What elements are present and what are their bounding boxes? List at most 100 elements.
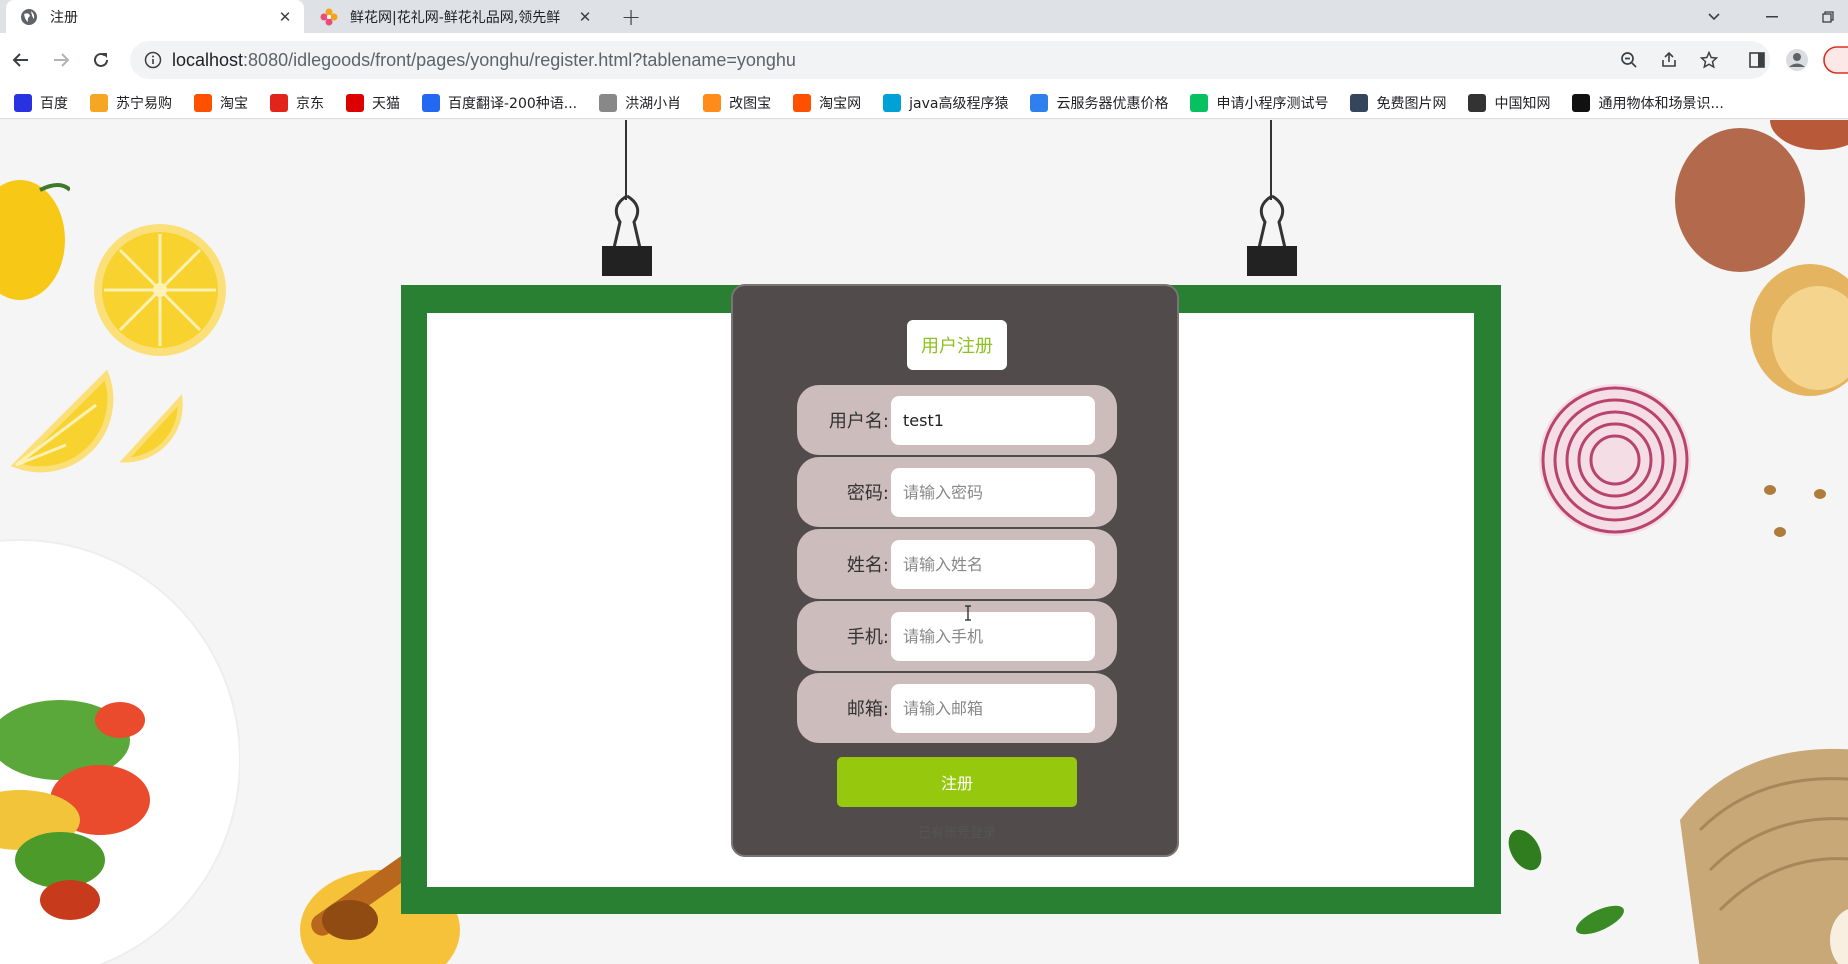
name-label: 姓名: (846, 555, 889, 576)
bookmark-item[interactable]: 淘宝网 (793, 93, 861, 113)
hanging-wire (625, 120, 627, 200)
tab-title: 鲜花网|花礼网-鲜花礼品网,领先鲜 (350, 9, 561, 26)
email-label: 邮箱: (846, 699, 889, 720)
globe-icon (20, 8, 38, 26)
register-button[interactable]: 注册 (837, 757, 1077, 807)
new-tab-button[interactable]: + (616, 2, 646, 32)
email-input[interactable] (891, 684, 1095, 733)
bookmark-item[interactable]: 申请小程序测试号 (1190, 93, 1328, 113)
profile-avatar-icon[interactable] (1782, 45, 1812, 75)
bird-icon (599, 93, 618, 112)
tab-title: 注册 (50, 9, 78, 26)
taobao-icon (793, 93, 812, 112)
side-panel-icon[interactable] (1742, 45, 1772, 75)
bookmark-label: 京东 (296, 95, 324, 112)
bookmark-label: 云服务器优惠价格 (1056, 95, 1169, 112)
url-text[interactable]: localhost:8080/idlegoods/front/pages/yon… (172, 50, 796, 71)
baidu-icon (14, 93, 32, 112)
t-icon (1350, 93, 1369, 112)
translate-icon (422, 93, 440, 112)
zoom-icon[interactable] (1614, 45, 1644, 75)
gaitubao-icon (703, 93, 722, 112)
phone-row: 手机: (797, 601, 1117, 671)
lemon-wedge-icon (120, 394, 183, 463)
bookmark-label: 淘宝网 (819, 95, 862, 112)
lemon-icon (0, 180, 70, 300)
tab-search-icon[interactable] (1692, 0, 1736, 33)
bookmark-item[interactable]: 通用物体和场景识... (1572, 93, 1724, 113)
bookmark-star-icon[interactable] (1694, 45, 1724, 75)
password-row: 密码: (797, 457, 1117, 527)
bookmark-item[interactable]: 天猫 (346, 93, 400, 113)
bookmark-item[interactable]: 京东 (270, 93, 324, 113)
suning-icon (90, 93, 108, 112)
salad-plate-icon (0, 539, 240, 964)
close-tab-icon[interactable]: ✕ (574, 6, 596, 28)
bookmark-label: 淘宝 (220, 95, 248, 112)
lemon-wedge-icon (10, 369, 114, 473)
forward-arrow-icon[interactable] (46, 45, 76, 75)
phone-input[interactable] (891, 612, 1095, 661)
wechat-icon (1190, 93, 1209, 112)
name-row: 姓名: (797, 529, 1117, 599)
cloud-icon (1030, 93, 1049, 112)
text-cursor-icon (965, 605, 971, 621)
browser-toolbar: localhost:8080/idlegoods/front/pages/yon… (0, 33, 1848, 87)
bookmark-item[interactable]: 淘宝 (194, 93, 248, 113)
back-arrow-icon[interactable] (6, 45, 36, 75)
bookmark-item[interactable]: 苏宁易购 (90, 93, 172, 113)
username-label: 用户名: (828, 411, 889, 432)
minimize-icon[interactable] (1750, 0, 1794, 33)
bookmark-item[interactable]: 洪湖小肖 (599, 93, 681, 113)
taobao-icon (194, 93, 212, 112)
tab-register[interactable]: 注册 ✕ (6, 0, 304, 33)
address-bar[interactable]: localhost:8080/idlegoods/front/pages/yon… (130, 41, 1770, 79)
phone-label: 手机: (846, 627, 889, 648)
password-input[interactable] (891, 468, 1095, 517)
update-button[interactable] (1822, 45, 1848, 75)
bookmark-item[interactable]: 中国知网 (1468, 93, 1550, 113)
username-row: 用户名: (797, 385, 1117, 455)
bookmark-label: java高级程序猿 (909, 95, 1009, 112)
leaf-icon (1576, 905, 1624, 935)
bookmark-label: 百度翻译-200种语... (448, 95, 578, 112)
bookmark-item[interactable]: 百度 (14, 93, 68, 113)
bookmark-label: 百度 (40, 95, 68, 112)
bookmark-item[interactable]: 改图宝 (703, 93, 771, 113)
bookmark-item[interactable]: 免费图片网 (1350, 93, 1446, 113)
page-content: 用户注册 用户名: 密码: 姓名: 手机: 邮箱: 注册 已有账号登录 (0, 120, 1848, 964)
share-icon[interactable] (1654, 45, 1684, 75)
bookmark-item[interactable]: 百度翻译-200种语... (422, 93, 577, 113)
bookmark-label: 天猫 (372, 95, 400, 112)
bookmark-item[interactable]: 云服务器优惠价格 (1030, 93, 1168, 113)
tab-flower-shop[interactable]: 鲜花网|花礼网-鲜花礼品网,领先鲜 ✕ (306, 0, 604, 33)
username-input[interactable] (891, 396, 1095, 445)
cnki-icon (1468, 93, 1487, 112)
password-label: 密码: (846, 483, 889, 504)
bookmark-label: 洪湖小肖 (625, 95, 682, 112)
bookmark-label: 苏宁易购 (116, 95, 172, 112)
bookmark-label: 申请小程序测试号 (1216, 95, 1329, 112)
bookmarks-bar: 百度 苏宁易购 淘宝 京东 天猫 百度翻译-200种语... 洪湖小肖 改图宝 淘宝网 java高… (0, 87, 1848, 119)
leaf-icon (1508, 829, 1542, 871)
restore-icon[interactable] (1806, 0, 1848, 33)
name-input[interactable] (891, 540, 1095, 589)
close-tab-icon[interactable]: ✕ (274, 6, 296, 28)
wicker-basket-icon (1680, 748, 1848, 964)
login-link[interactable]: 已有账号登录 (733, 822, 1181, 841)
email-row: 邮箱: (797, 673, 1117, 743)
jd-icon (270, 93, 288, 112)
bookmark-label: 免费图片网 (1376, 95, 1447, 112)
hanging-wire (1270, 120, 1272, 200)
binder-clip-icon (1247, 194, 1297, 276)
tmall-icon (346, 93, 364, 112)
tab-bar: 注册 ✕ 鲜花网|花礼网-鲜花礼品网,领先鲜 ✕ + (0, 0, 1848, 33)
reload-icon[interactable] (86, 45, 116, 75)
binder-clip-icon (602, 194, 652, 276)
bookmark-item[interactable]: java高级程序猿 (883, 93, 1008, 113)
onion-slice-icon (1539, 384, 1691, 536)
url-path: :8080/idlegoods/front/pages/yonghu/regis… (243, 49, 796, 70)
site-info-icon[interactable] (144, 51, 162, 69)
page-title: 用户注册 (907, 320, 1007, 370)
bookmark-label: 改图宝 (729, 95, 772, 112)
